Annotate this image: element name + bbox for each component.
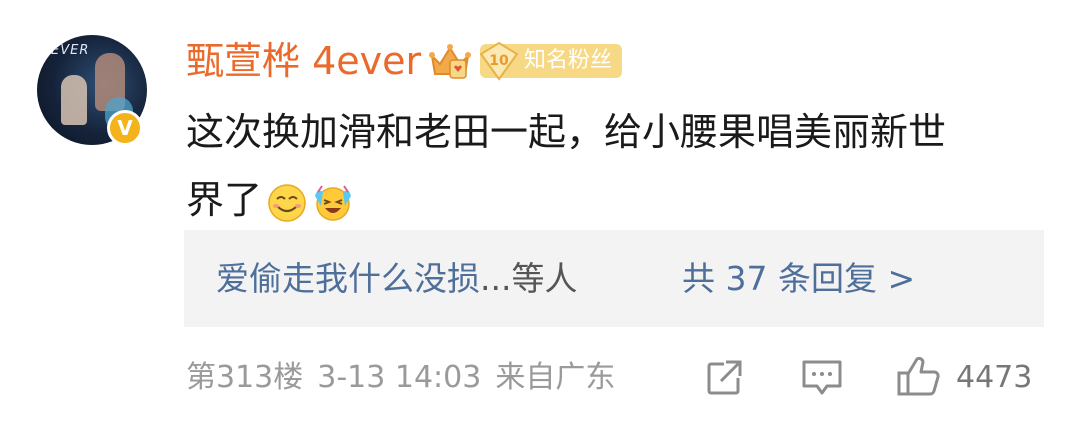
- share-icon[interactable]: [704, 358, 744, 398]
- crown-heart-icon: [429, 44, 471, 79]
- comment-timestamp: 3-13 14:03: [317, 360, 482, 395]
- comment-meta: 第313楼 3-13 14:03 来自广东: [186, 356, 629, 400]
- floor-number: 第313楼: [186, 360, 304, 395]
- comment-text-line-1: 这次换加滑和老田一起，给小腰果唱美丽新世: [186, 110, 947, 154]
- fan-badge[interactable]: 10 知名粉丝: [479, 41, 622, 81]
- username[interactable]: 甄萱桦 4ever: [186, 38, 421, 84]
- avatar-image-text: EVER: [51, 43, 90, 58]
- fan-badge-label: 知名粉丝: [524, 48, 613, 73]
- like-count: 4473: [956, 360, 1033, 395]
- avatar-figure-1: [61, 75, 87, 125]
- comment-text: 这次换加滑和老田一起，给小腰果唱美丽新世 界了: [186, 98, 1036, 234]
- comment-bubble-icon[interactable]: [800, 358, 844, 398]
- verified-badge-icon: V: [107, 110, 143, 146]
- laugh-cry-face-icon: [315, 184, 352, 221]
- thumbs-up-icon[interactable]: [896, 354, 942, 398]
- fan-level-number: 10: [489, 53, 509, 69]
- smile-face-icon: [268, 183, 306, 222]
- diamond-level-icon: 10: [479, 41, 519, 81]
- comment-text-line-2: 界了: [186, 178, 263, 222]
- reply-etc-text: ...等人: [480, 259, 578, 298]
- view-all-replies-link[interactable]: 共 37 条回复 >: [682, 230, 915, 327]
- replies-preview-box[interactable]: 爱偷走我什么没损...等人 共 37 条回复 >: [184, 230, 1044, 327]
- reply-usernames[interactable]: 爱偷走我什么没损: [216, 259, 480, 298]
- comment-location: 来自广东: [495, 360, 616, 395]
- reply-users-preview[interactable]: 爱偷走我什么没损...等人: [216, 230, 577, 327]
